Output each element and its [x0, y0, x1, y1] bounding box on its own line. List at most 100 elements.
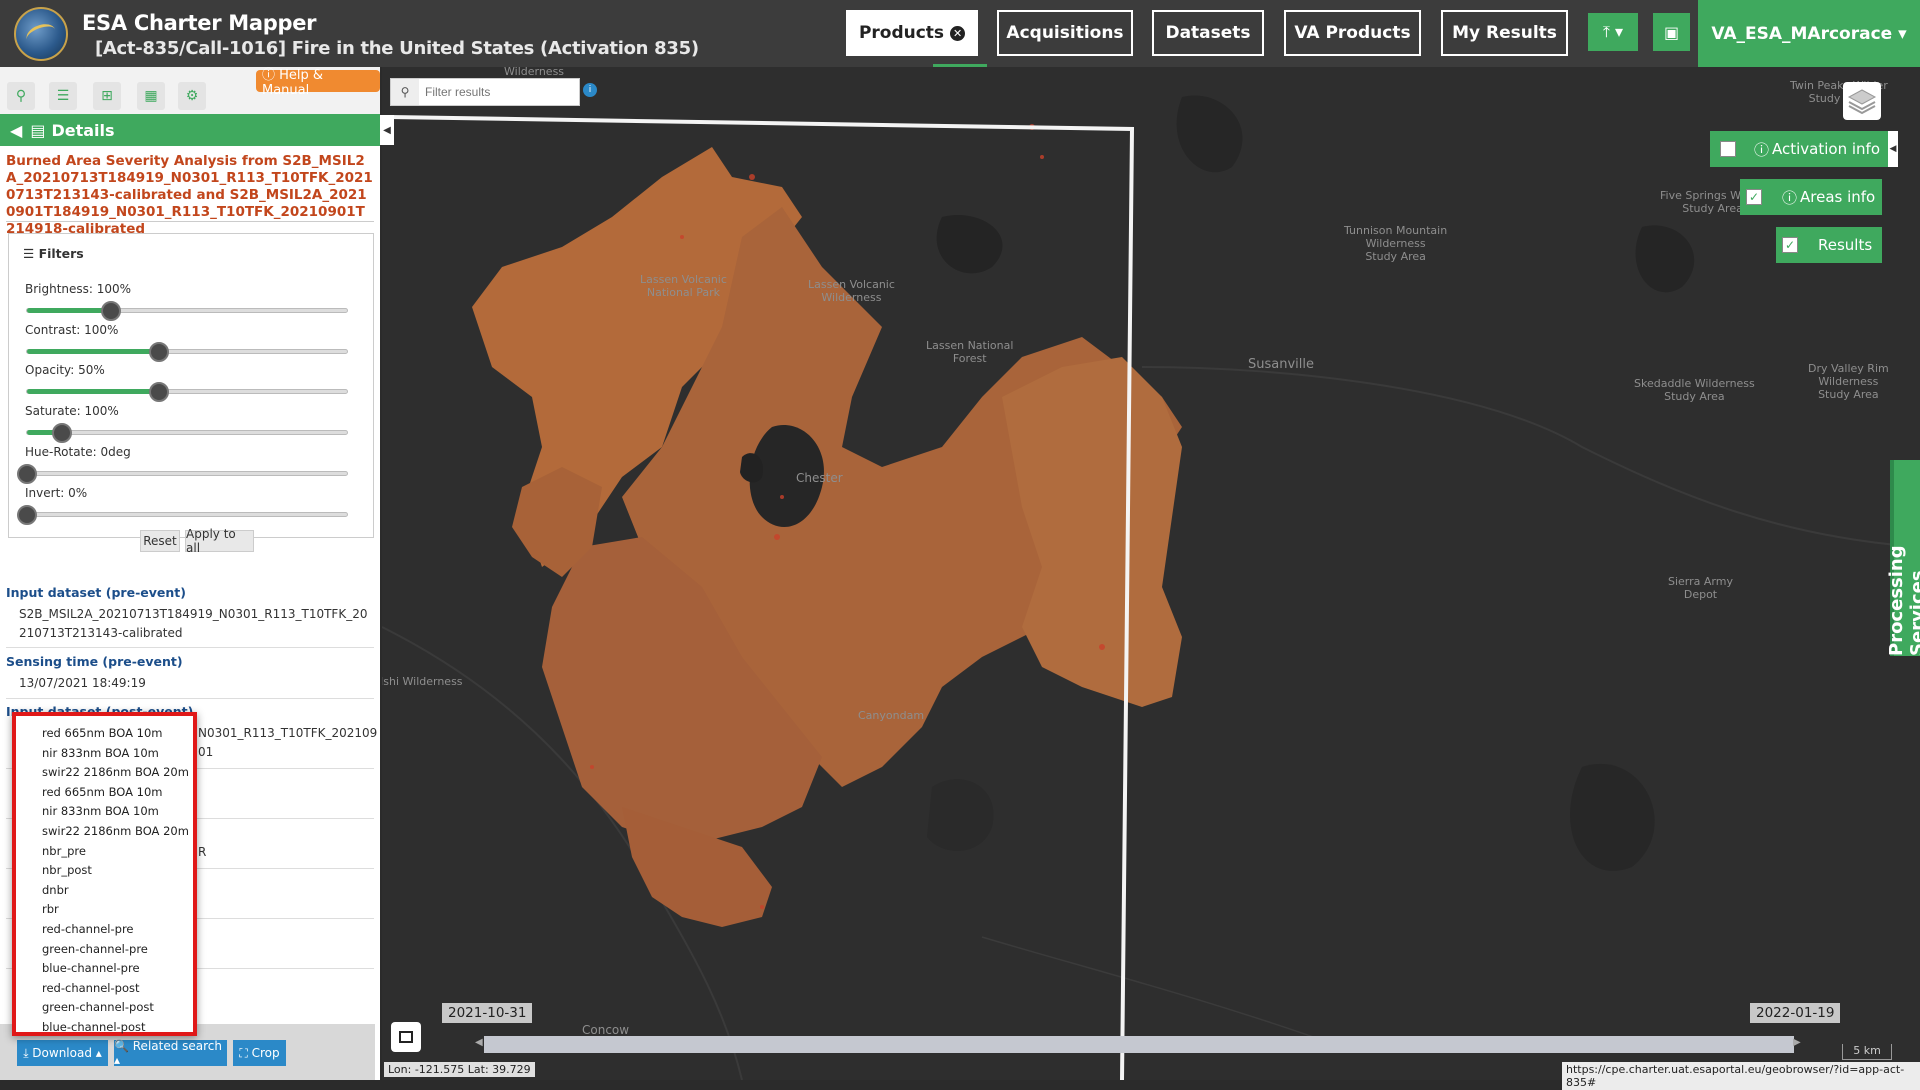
nav-products-label: Products — [858, 23, 945, 43]
basket-tool-button[interactable]: ⊞ — [93, 82, 121, 110]
timeline-start-date: 2021-10-31 — [442, 1003, 533, 1023]
download-menu-item[interactable]: nbr_pre — [42, 844, 86, 858]
download-menu-item[interactable]: red 665nm BOA 10m — [42, 785, 163, 799]
briefcase-icon: ▣ — [1663, 22, 1680, 42]
app-title: ESA Charter Mapper — [82, 11, 317, 35]
download-menu-item[interactable]: dnbr — [42, 883, 69, 897]
status-url: https://cpe.charter.uat.esaportal.eu/geo… — [1562, 1062, 1920, 1090]
help-manual-button[interactable]: ⓘ Help & Manual — [256, 68, 380, 98]
close-icon[interactable]: ✕ — [950, 25, 966, 41]
user-menu[interactable]: VA_ESA_MArcorace ▾ — [1698, 0, 1920, 67]
map-scale: 5 km — [1842, 1044, 1892, 1060]
filters-apply-all-button[interactable]: Apply to all — [185, 527, 254, 555]
slider-handle[interactable] — [149, 341, 170, 362]
filter-slider[interactable] — [26, 341, 348, 362]
download-menu-item[interactable]: red-channel-post — [42, 981, 140, 995]
filter-slider[interactable] — [26, 382, 348, 403]
filter-label: Opacity: 50% — [25, 363, 105, 378]
download-menu-item[interactable]: green-channel-pre — [42, 942, 148, 956]
filter-slider[interactable] — [17, 463, 348, 484]
related-search-button[interactable]: 🔍 Related search ▴ — [114, 1039, 227, 1067]
slider-handle[interactable] — [17, 504, 37, 525]
download-menu-item[interactable]: red 665nm BOA 10m — [42, 726, 163, 740]
nav-my-results-button[interactable]: My Results — [1441, 10, 1568, 56]
download-menu-item[interactable]: nir 833nm BOA 10m — [42, 804, 159, 818]
slider-fill — [27, 389, 160, 395]
download-menu-item[interactable]: red-channel-pre — [42, 922, 134, 936]
map-label-lassen-wilderness: Lassen Volcanic Wilderness — [808, 278, 895, 304]
collapse-panel-button[interactable]: ◀ — [380, 115, 394, 145]
filter-slider[interactable] — [26, 423, 348, 444]
crop-button[interactable]: ⛶ Crop — [233, 1040, 286, 1066]
activation-info-tab[interactable]: ⓘ Activation info — [1710, 131, 1890, 167]
filter-results-input[interactable] — [425, 83, 575, 101]
map-label-chester: Chester — [796, 471, 843, 485]
nav-acquisitions-button[interactable]: Acquisitions — [997, 10, 1133, 56]
nav-products-button[interactable]: Products ✕ — [846, 10, 978, 56]
timeline-end-date: 2022-01-19 — [1750, 1003, 1841, 1023]
list-icon: ☰ — [56, 88, 70, 104]
info-icon[interactable]: i — [583, 83, 597, 97]
top-header: ESA Charter Mapper [Act-835/Call-1016] F… — [0, 0, 1920, 67]
filter-slider[interactable] — [26, 301, 348, 321]
map-label-lassen-forest: Lassen National Forest — [926, 339, 1014, 365]
layers-button[interactable] — [1843, 82, 1881, 120]
map-label-lassen-park: Lassen Volcanic National Park — [640, 273, 727, 299]
activation-info-checkbox[interactable] — [1720, 141, 1736, 157]
nav-va-products-button[interactable]: VA Products — [1284, 10, 1421, 56]
search-icon[interactable]: ⚲ — [391, 79, 419, 105]
back-chevron-icon[interactable]: ◀ — [10, 121, 22, 140]
row-partial-value: R — [198, 845, 207, 859]
download-button[interactable]: ⤓ Download ▴ — [17, 1040, 108, 1066]
filter-slider[interactable] — [17, 504, 348, 525]
esa-charter-logo — [14, 7, 68, 61]
sensing-pre-value: 13/07/2021 18:49:19 — [19, 676, 146, 690]
list-tool-button[interactable]: ☰ — [49, 82, 77, 110]
sensing-pre-label: Sensing time (pre-event) — [6, 654, 183, 669]
download-menu-item[interactable]: green-channel-post — [42, 1000, 154, 1014]
timeline-right-handle[interactable]: ▶ — [1793, 1037, 1801, 1052]
briefcase-button[interactable]: ▣ — [1653, 13, 1690, 51]
divider — [6, 221, 374, 222]
calendar-tool-button[interactable]: ▦ — [137, 82, 165, 110]
filters-reset-button[interactable]: Reset — [140, 530, 180, 552]
cursor-coordinates: Lon: -121.575 Lat: 39.729 — [384, 1062, 535, 1077]
download-menu-item[interactable]: swir22 2186nm BOA 20m — [42, 824, 189, 838]
download-menu-item[interactable]: swir22 2186nm BOA 20m — [42, 765, 189, 779]
timeline-bar[interactable] — [484, 1036, 1794, 1053]
download-dropdown-menu: red 665nm BOA 10m nir 833nm BOA 10m swir22… — [12, 712, 197, 1036]
search-tool-button[interactable]: ⚲ — [7, 82, 35, 110]
download-menu-item[interactable]: nbr_post — [42, 863, 92, 877]
collapse-tabs-button[interactable]: ◀ — [1888, 131, 1898, 167]
results-label: Results — [1818, 236, 1873, 254]
processing-services-tab[interactable]: Processing Services — [1886, 460, 1920, 656]
details-header[interactable]: ◀ ▤ Details — [0, 114, 380, 146]
areas-info-checkbox[interactable]: ✓ — [1746, 189, 1762, 205]
areas-info-label: Areas info — [1800, 188, 1876, 206]
settings-tool-button[interactable]: ⚙ — [178, 82, 206, 110]
download-menu-item[interactable]: nir 833nm BOA 10m — [42, 746, 159, 760]
info-icon: ⓘ — [1754, 140, 1770, 159]
map-canvas[interactable]: Wilderness Twin Peaks Wilder Study Area … — [382, 67, 1920, 1080]
filter-results-box: ⚲ — [390, 78, 580, 106]
map-svg — [382, 67, 1920, 1080]
download-menu-item[interactable]: rbr — [42, 902, 59, 916]
slider-handle[interactable] — [100, 301, 121, 321]
slider-fill — [27, 308, 111, 313]
product-title: Burned Area Severity Analysis from S2B_M… — [6, 153, 373, 237]
fullscreen-button[interactable] — [391, 1022, 421, 1052]
filters-heading: ☰ Filters — [23, 246, 84, 261]
areas-info-tab[interactable]: ✓ ⓘ Areas info — [1740, 179, 1882, 215]
map-label-canyondam: Canyondam — [858, 709, 925, 722]
results-checkbox[interactable]: ✓ — [1782, 237, 1798, 253]
nav-datasets-button[interactable]: Datasets — [1152, 10, 1264, 56]
slider-handle[interactable] — [17, 463, 37, 484]
download-menu-item[interactable]: blue-channel-post — [42, 1020, 146, 1034]
upload-icon: ⤒ ▾ — [1602, 22, 1624, 41]
download-menu-item[interactable]: blue-channel-pre — [42, 961, 140, 975]
results-tab[interactable]: ✓ Results — [1776, 227, 1882, 263]
upload-button[interactable]: ⤒ ▾ — [1588, 13, 1638, 51]
timeline-left-handle[interactable]: ◀ — [475, 1037, 483, 1052]
layers-icon — [1847, 89, 1877, 115]
map-label-tunnison: Tunnison Mountain Wilderness Study Area — [1344, 224, 1448, 263]
